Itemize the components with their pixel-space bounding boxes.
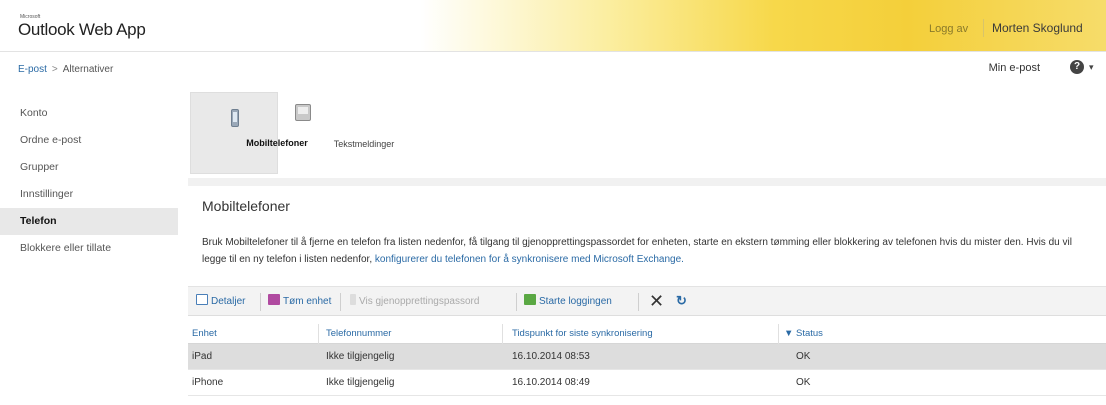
column-divider — [318, 324, 319, 344]
sidebar-item-konto[interactable]: Konto — [0, 100, 178, 127]
cell-status: OK — [796, 351, 811, 362]
column-header-status[interactable]: Status — [796, 328, 823, 339]
sidebar-item-blokkere[interactable]: Blokkere eller tillate — [0, 235, 178, 262]
divider — [188, 178, 1106, 186]
tab-tekstmeldinger[interactable]: Tekstmeldinger — [280, 92, 394, 174]
column-divider — [778, 324, 779, 344]
toolbar-divider — [340, 293, 341, 311]
toolbar: Detaljer Tøm enhet Vis gjenopprettingspa… — [188, 286, 1106, 316]
cell-last-sync: 16.10.2014 08:49 — [512, 377, 590, 388]
recovery-icon — [350, 294, 356, 305]
cell-phone: Ikke tilgjengelig — [326, 351, 395, 362]
breadcrumb-separator: > — [51, 64, 58, 75]
toolbar-divider — [516, 293, 517, 311]
text-message-icon — [295, 104, 311, 121]
cell-phone: Ikke tilgjengelig — [326, 377, 395, 388]
sort-descending-icon: ▼ — [784, 328, 794, 339]
sidebar-item-grupper[interactable]: Grupper — [0, 154, 178, 181]
cell-device: iPhone — [192, 377, 224, 388]
tab-label: Tekstmeldinger — [333, 139, 395, 149]
mobile-phone-icon — [231, 109, 239, 127]
cell-status: OK — [796, 377, 811, 388]
chevron-down-icon[interactable]: ▾ — [1089, 62, 1094, 73]
details-button[interactable]: Detaljer — [196, 294, 245, 310]
table-header: Enhet Telefonnummer Tidspunkt for siste … — [188, 324, 1106, 344]
toolbar-divider — [638, 293, 639, 311]
start-logging-icon — [524, 294, 536, 305]
column-header-enhet[interactable]: Enhet — [192, 328, 217, 339]
tab-mobiltelefoner[interactable]: Mobiltelefoner — [190, 92, 308, 174]
recovery-label: Vis gjenopprettingspassord — [359, 296, 480, 307]
tab-strip: Mobiltelefoner Tekstmeldinger — [190, 92, 1106, 174]
table-row[interactable]: iPad Ikke tilgjengelig 16.10.2014 08:53 … — [188, 344, 1106, 370]
wipe-device-button[interactable]: Tøm enhet — [268, 294, 331, 310]
app-header: Microsoft Outlook Web App Logg av Morten… — [0, 0, 1106, 52]
logout-link[interactable]: Logg av — [929, 23, 968, 35]
toolbar-divider — [260, 293, 261, 311]
cell-device: iPad — [192, 351, 213, 362]
my-email-link[interactable]: Min e-post — [989, 62, 1040, 74]
sidebar-nav: Konto Ordne e-post Grupper Innstillinger… — [0, 100, 178, 262]
help-icon[interactable]: ? — [1070, 60, 1084, 74]
table-row[interactable]: iPhone Ikke tilgjengelig 16.10.2014 08:4… — [188, 370, 1106, 396]
app-title: Outlook Web App — [18, 20, 146, 39]
breadcrumb-email-link[interactable]: E-post — [18, 64, 47, 75]
wipe-label: Tøm enhet — [283, 296, 332, 307]
refresh-icon[interactable]: ↻ — [676, 293, 687, 309]
breadcrumb: E-post > Alternativer — [18, 64, 113, 75]
column-header-sync-time[interactable]: Tidspunkt for siste synkronisering — [512, 328, 653, 339]
column-divider — [502, 324, 503, 344]
wipe-icon — [268, 294, 280, 305]
start-logging-button[interactable]: Starte loggingen — [524, 294, 612, 310]
details-label: Detaljer — [211, 296, 246, 307]
sidebar-item-ordne-epost[interactable]: Ordne e-post — [0, 127, 178, 154]
logging-label: Starte loggingen — [539, 296, 612, 307]
user-name[interactable]: Morten Skoglund — [983, 19, 1087, 37]
sidebar-item-telefon[interactable]: Telefon — [0, 208, 178, 235]
content-pane: Mobiltelefoner Tekstmeldinger Mobiltelef… — [180, 84, 1106, 405]
show-recovery-password-button[interactable]: Vis gjenopprettingspassord — [350, 294, 479, 310]
app-logo[interactable]: Microsoft Outlook Web App — [18, 14, 146, 40]
cell-last-sync: 16.10.2014 08:53 — [512, 351, 590, 362]
column-header-telefonnummer[interactable]: Telefonnummer — [326, 328, 391, 339]
panel-description: Bruk Mobiltelefoner til å fjerne en tele… — [202, 234, 1092, 268]
sidebar-item-innstillinger[interactable]: Innstillinger — [0, 181, 178, 208]
configure-phone-link[interactable]: konfigurerer du telefonen for å synkroni… — [375, 254, 684, 265]
devices-table: Enhet Telefonnummer Tidspunkt for siste … — [188, 324, 1106, 396]
details-icon — [196, 294, 208, 305]
panel-title: Mobiltelefoner — [202, 198, 290, 214]
delete-icon[interactable]: ✕ — [649, 291, 664, 311]
breadcrumb-current: Alternativer — [62, 64, 114, 75]
